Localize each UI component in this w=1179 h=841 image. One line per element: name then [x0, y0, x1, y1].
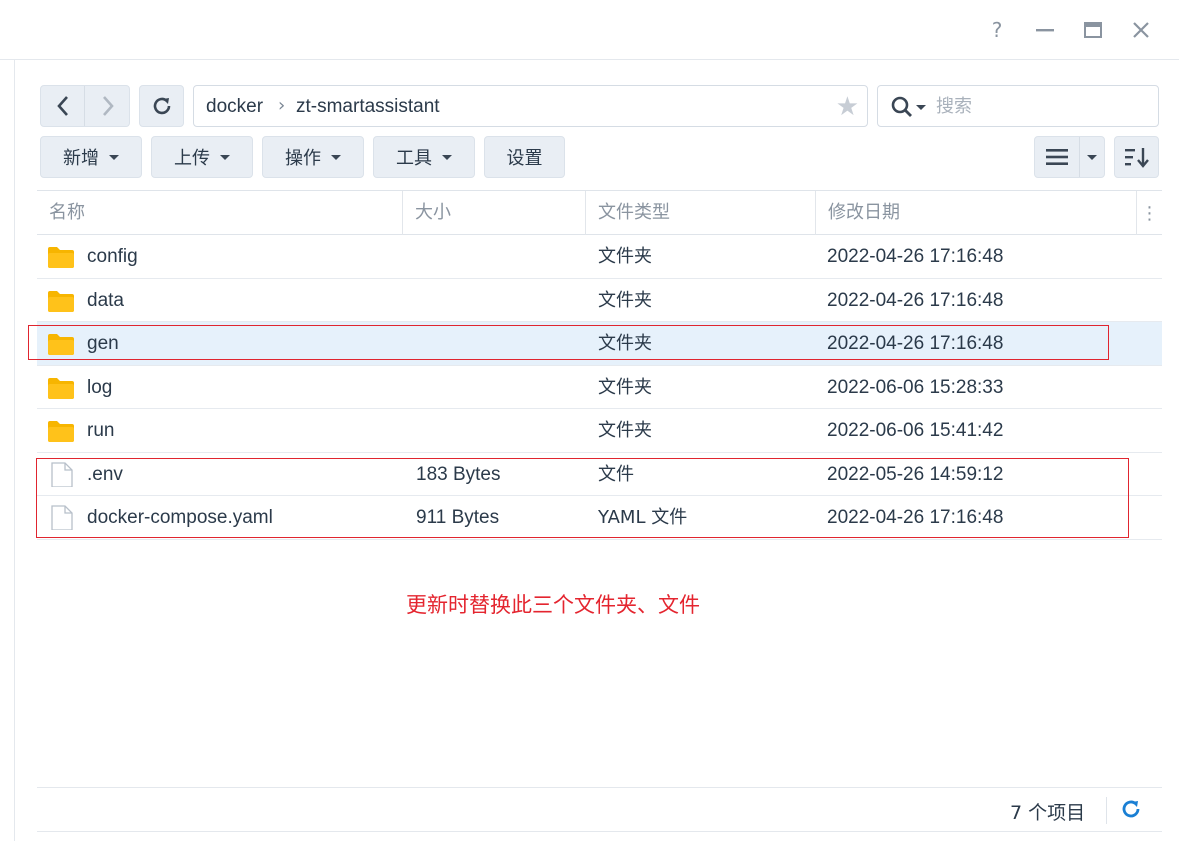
folder-icon — [48, 247, 74, 268]
column-header-type[interactable]: 文件类型 — [586, 191, 816, 235]
column-header-size[interactable]: 大小 — [403, 191, 586, 235]
sidebar-divider — [14, 60, 15, 841]
list-view-button[interactable] — [1035, 137, 1080, 177]
maximize-button[interactable] — [1078, 14, 1108, 46]
chevron-down-icon — [331, 154, 341, 160]
footer-divider — [37, 787, 1162, 788]
settings-button-label: 设置 — [506, 148, 543, 169]
upload-button-label: 上传 — [174, 148, 210, 169]
annotation-note: 更新时替换此三个文件夹、文件 — [406, 593, 700, 617]
upload-button[interactable]: 上传 — [151, 136, 253, 178]
chevron-down-icon — [220, 154, 230, 160]
file-type: 文件夹 — [598, 376, 652, 398]
minimize-icon — [1036, 29, 1054, 32]
history-nav — [40, 85, 130, 127]
file-name: run — [87, 420, 115, 441]
folder-icon — [48, 290, 74, 312]
close-icon — [1133, 22, 1149, 38]
sort-icon — [1124, 148, 1149, 168]
column-header-name[interactable]: 名称 — [37, 191, 403, 235]
close-button[interactable] — [1126, 14, 1156, 46]
chevron-down-icon — [1087, 154, 1097, 160]
search-options[interactable] — [890, 95, 930, 119]
settings-button[interactable]: 设置 — [484, 136, 565, 178]
new-button[interactable]: 新增 — [40, 136, 142, 178]
tools-button[interactable]: 工具 — [373, 136, 475, 178]
chevron-right-icon — [103, 96, 114, 116]
new-button-label: 新增 — [63, 148, 99, 169]
file-name: data — [87, 289, 124, 311]
file-date: 2022-04-26 17:16:48 — [827, 289, 1004, 311]
highlight-box-folder — [28, 325, 1109, 360]
file-name: log — [87, 376, 113, 398]
table-row[interactable]: data 文件夹 2022-04-26 17:16:48 — [37, 279, 1162, 322]
search-icon — [891, 96, 912, 117]
search-input[interactable] — [936, 94, 1146, 118]
highlight-box-files — [36, 458, 1129, 538]
sort-button[interactable] — [1114, 136, 1159, 178]
table-header: 名称 大小 文件类型 修改日期 ⋮ — [37, 190, 1162, 235]
list-icon — [1046, 149, 1068, 165]
column-header-date[interactable]: 修改日期 — [816, 191, 1137, 235]
refresh-icon — [153, 97, 170, 115]
folder-icon — [48, 377, 74, 399]
forward-button[interactable] — [86, 86, 130, 126]
file-type: 文件夹 — [598, 246, 652, 267]
path-bar[interactable]: docker › zt-smartassistant ★ — [193, 85, 868, 127]
file-date: 2022-04-26 17:16:48 — [827, 246, 1004, 267]
file-name: config — [87, 246, 138, 267]
footer-refresh-button[interactable] — [1120, 798, 1144, 822]
back-button[interactable] — [41, 86, 85, 126]
favorite-star-icon[interactable]: ★ — [836, 92, 859, 122]
view-mode-group — [1034, 136, 1105, 178]
tools-button-label: 工具 — [396, 148, 432, 169]
footer-bottom-divider — [37, 831, 1162, 832]
chevron-down-icon — [916, 104, 926, 110]
breadcrumb-docker[interactable]: docker — [206, 96, 263, 118]
breadcrumb-separator: › — [278, 95, 286, 116]
refresh-icon — [1122, 800, 1140, 818]
chevron-left-icon — [56, 96, 68, 116]
table-row[interactable]: run 文件夹 2022-06-06 15:41:42 — [37, 409, 1162, 453]
view-mode-dropdown[interactable] — [1080, 137, 1104, 177]
file-date: 2022-06-06 15:41:42 — [827, 420, 1004, 441]
chevron-down-icon — [109, 154, 119, 160]
table-row[interactable]: config 文件夹 2022-04-26 17:16:48 — [37, 235, 1162, 279]
folder-icon — [48, 421, 74, 442]
action-button[interactable]: 操作 — [262, 136, 364, 178]
window-titlebar: ? — [0, 0, 1179, 60]
footer-separator — [1106, 797, 1107, 824]
item-count: 7 个项目 — [1010, 802, 1086, 824]
table-row[interactable]: log 文件夹 2022-06-06 15:28:33 — [37, 366, 1162, 409]
minimize-button[interactable] — [1030, 14, 1060, 46]
action-button-label: 操作 — [285, 148, 321, 169]
column-options-icon[interactable]: ⋮ — [1137, 191, 1162, 235]
maximize-icon — [1084, 22, 1102, 38]
search-box — [877, 85, 1159, 127]
file-type: 文件夹 — [598, 420, 652, 441]
chevron-down-icon — [442, 154, 452, 160]
file-type: 文件夹 — [598, 289, 652, 311]
file-date: 2022-06-06 15:28:33 — [827, 376, 1004, 398]
help-button[interactable]: ? — [982, 14, 1012, 46]
breadcrumb-current[interactable]: zt-smartassistant — [296, 96, 440, 118]
refresh-button[interactable] — [139, 85, 184, 127]
